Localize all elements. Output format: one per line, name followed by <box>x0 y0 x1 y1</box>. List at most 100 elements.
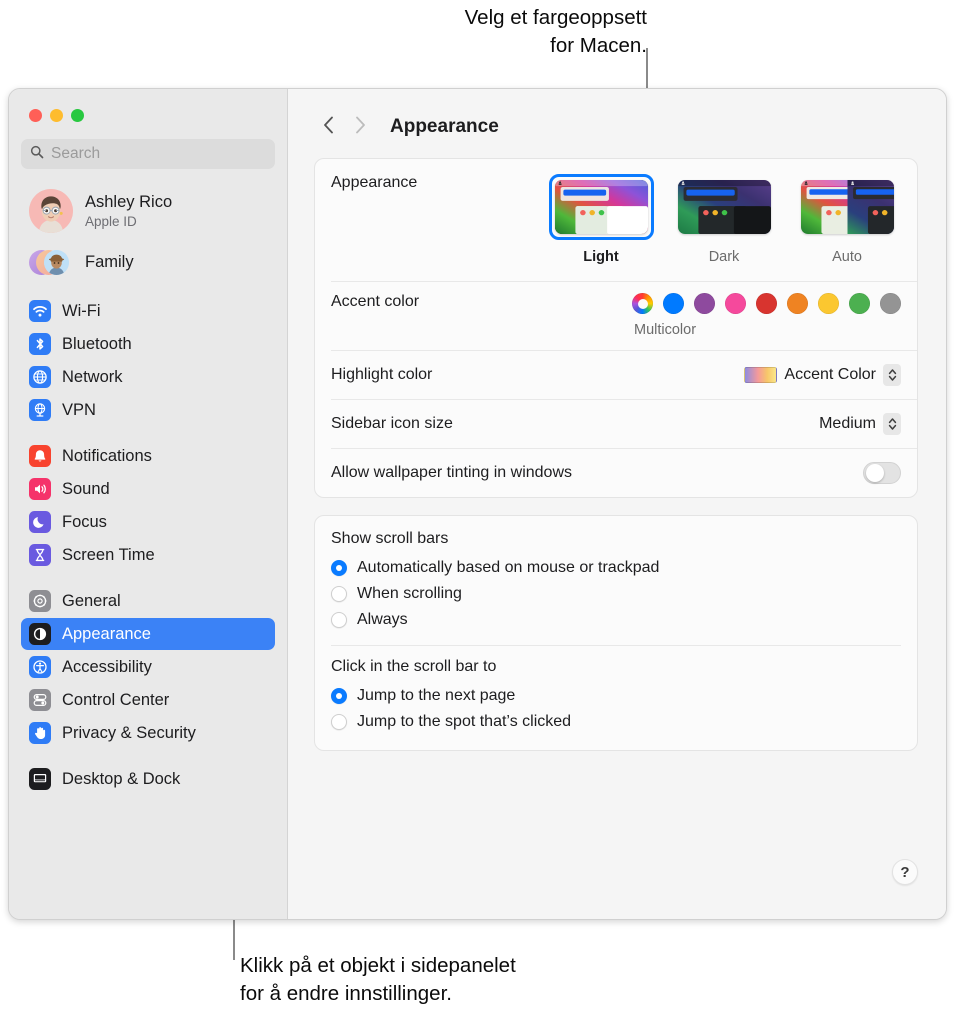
sidebar-item-wi-fi[interactable]: Wi-Fi <box>21 295 275 327</box>
accent-swatch-yellow[interactable] <box>818 293 839 314</box>
scroll-click-option-0[interactable]: Jump to the next page <box>331 683 901 709</box>
wallpaper-tinting-toggle[interactable] <box>863 461 901 484</box>
sidebar-item-sound[interactable]: Sound <box>21 473 275 505</box>
scroll-click-title: Click in the scroll bar to <box>331 658 497 675</box>
sidebar-item-network[interactable]: Network <box>21 361 275 393</box>
appearance-thumbnail-light <box>548 174 654 240</box>
accent-swatch-multicolor[interactable] <box>632 293 653 314</box>
zoom-button[interactable] <box>71 109 84 122</box>
show-scroll-bars-title: Show scroll bars <box>331 530 449 547</box>
control-center-icon <box>29 689 51 711</box>
sidebar-icon-size-popup[interactable]: Medium <box>819 412 901 435</box>
family-avatar-1 <box>44 250 69 275</box>
accent-swatch-blue[interactable] <box>663 293 684 314</box>
search-input[interactable] <box>51 145 266 163</box>
hand-icon <box>29 722 51 744</box>
help-button[interactable]: ? <box>892 859 918 885</box>
radio-button[interactable] <box>331 586 347 602</box>
appearance-option-light[interactable]: Light <box>547 174 655 265</box>
sidebar-item-label: Control Center <box>62 690 170 709</box>
radio-button[interactable] <box>331 688 347 704</box>
moon-icon <box>29 511 51 533</box>
chevron-up-down-icon <box>883 412 901 435</box>
sidebar-item-screen-time[interactable]: Screen Time <box>21 539 275 571</box>
highlight-color-label: Highlight color <box>331 365 433 383</box>
highlight-color-swatch <box>744 366 778 383</box>
radio-label: Jump to the next page <box>357 687 516 704</box>
sidebar-item-label: Bluetooth <box>62 334 132 353</box>
chevron-up-down-icon <box>883 363 901 386</box>
show-scroll-bars-option-2[interactable]: Always <box>331 607 901 633</box>
accent-swatch-green[interactable] <box>849 293 870 314</box>
show-scroll-bars-option-1[interactable]: When scrolling <box>331 581 901 607</box>
accent-color-caption: Multicolor <box>634 322 697 338</box>
sidebar-item-label: Appearance <box>62 624 151 643</box>
appearance-option-dark[interactable]: Dark <box>670 174 778 265</box>
system-settings-window: Ashley Rico Apple ID <box>8 88 947 920</box>
detail-header: Appearance <box>288 89 946 141</box>
sidebar-item-control-center[interactable]: Control Center <box>21 684 275 716</box>
appearance-option-auto[interactable]: Auto <box>793 174 901 265</box>
sidebar-item-notifications[interactable]: Notifications <box>21 440 275 472</box>
gear-icon <box>29 590 51 612</box>
sidebar-item-general[interactable]: General <box>21 585 275 617</box>
sidebar-item-label: Sound <box>62 479 110 498</box>
highlight-color-popup[interactable]: Accent Color <box>744 363 901 386</box>
accent-swatch-red[interactable] <box>756 293 777 314</box>
avatar <box>29 189 73 233</box>
accent-swatch-graphite[interactable] <box>880 293 901 314</box>
show-scroll-bars-option-0[interactable]: Automatically based on mouse or trackpad <box>331 555 901 581</box>
appearance-contrast-icon <box>29 623 51 645</box>
close-button[interactable] <box>29 109 42 122</box>
sidebar-item-family[interactable]: Family <box>21 243 275 281</box>
sidebar-item-focus[interactable]: Focus <box>21 506 275 538</box>
sidebar-item-privacy-security[interactable]: Privacy & Security <box>21 717 275 749</box>
sidebar-group-1: Notifications Sound Focus Screen Time <box>9 440 287 571</box>
radio-label: When scrolling <box>357 585 462 602</box>
window-controls <box>9 89 287 122</box>
bell-icon <box>29 445 51 467</box>
radio-button[interactable] <box>331 612 347 628</box>
sidebar-item-appearance[interactable]: Appearance <box>21 618 275 650</box>
callout-top-text: Velg et fargeoppsett for Macen. <box>464 6 647 58</box>
appearance-theme-options: Light Dark Auto <box>547 174 901 265</box>
scroll-settings-group: Show scroll bars Automatically based on … <box>314 515 918 751</box>
sidebar-group-0: Wi-Fi Bluetooth Network VPN <box>9 295 287 426</box>
sidebar-icon-size-value: Medium <box>819 414 876 432</box>
speaker-icon <box>29 478 51 500</box>
accent-swatch-pink[interactable] <box>725 293 746 314</box>
sidebar-item-desktop-dock[interactable]: Desktop & Dock <box>21 763 275 795</box>
forward-button[interactable] <box>346 113 374 141</box>
accent-color-swatches <box>632 293 901 314</box>
family-avatar-stack <box>29 247 73 277</box>
sidebar-item-accessibility[interactable]: Accessibility <box>21 651 275 683</box>
show-scroll-bars-options: Automatically based on mouse or trackpad… <box>331 555 901 633</box>
appearance-row: Appearance Light Dark Auto <box>315 159 917 281</box>
page-title: Appearance <box>390 116 499 137</box>
radio-button[interactable] <box>331 560 347 576</box>
sidebar-item-bluetooth[interactable]: Bluetooth <box>21 328 275 360</box>
hourglass-icon <box>29 544 51 566</box>
appearance-option-label: Dark <box>708 249 740 265</box>
appearance-thumbnail-auto <box>795 174 900 240</box>
accent-swatch-purple[interactable] <box>694 293 715 314</box>
sidebar-item-vpn[interactable]: VPN <box>21 394 275 426</box>
sidebar-group-2: General Appearance Accessibility Control Ce… <box>9 585 287 749</box>
search-field[interactable] <box>21 139 275 169</box>
family-label: Family <box>85 252 134 271</box>
minimize-button[interactable] <box>50 109 63 122</box>
chevron-left-icon <box>323 116 334 139</box>
accent-swatch-orange[interactable] <box>787 293 808 314</box>
radio-label: Always <box>357 611 408 628</box>
desktop-dock-icon <box>29 768 51 790</box>
scroll-click-option-1[interactable]: Jump to the spot that’s clicked <box>331 709 901 735</box>
wallpaper-tinting-label: Allow wallpaper tinting in windows <box>331 463 573 481</box>
sidebar-item-apple-account[interactable]: Ashley Rico Apple ID <box>21 185 275 237</box>
sidebar-nav: Wi-Fi Bluetooth Network VPN Notifications Sou… <box>9 295 287 795</box>
vpn-globe-icon <box>29 399 51 421</box>
appearance-thumbnail-dark <box>672 174 777 240</box>
back-button[interactable] <box>314 113 342 141</box>
account-subtitle: Apple ID <box>85 213 137 229</box>
sidebar: Ashley Rico Apple ID <box>9 89 288 919</box>
radio-button[interactable] <box>331 714 347 730</box>
